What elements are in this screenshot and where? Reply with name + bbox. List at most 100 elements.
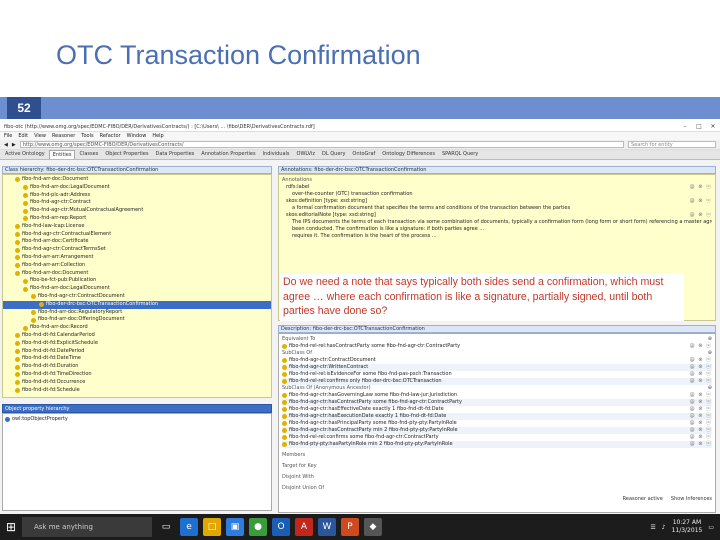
class-tree-item[interactable]: fibo-fnd-arr-arr:Arrangement: [3, 254, 271, 262]
class-tree-item[interactable]: fibo-fnd-arr-doc:Document: [3, 176, 271, 184]
row-edit-icons[interactable]: @ ⊗ ⓞ: [690, 343, 712, 350]
menu-item-view[interactable]: View: [34, 133, 46, 139]
tab-dl-query[interactable]: DL Query: [319, 150, 348, 159]
class-tree-item[interactable]: fibo-fnd-arr-doc:Certificate: [3, 238, 271, 246]
row-edit-icons[interactable]: @ ⊗ ⓞ: [690, 420, 712, 427]
add-icon[interactable]: ⊕: [708, 350, 712, 357]
class-tree-item[interactable]: fibo-fnd-arr-doc:OfferingDocument: [3, 316, 271, 324]
class-tree-item[interactable]: fibo-be-fct-pub:Publication: [3, 277, 271, 285]
class-tree-item[interactable]: fibo-fnd-dt-fd:DatePeriod: [3, 348, 271, 356]
class-tree-item[interactable]: fibo-fnd-plc-adr:Address: [3, 192, 271, 200]
menu-item-help[interactable]: Help: [152, 133, 163, 139]
anonymous-ancestor-row[interactable]: fibo-fnd-pty-pty:hasPartyInRole min 2 fi…: [282, 441, 712, 448]
menu-item-window[interactable]: Window: [127, 133, 147, 139]
menu-item-file[interactable]: File: [4, 133, 12, 139]
row-edit-icons[interactable]: @ ⊗ ⓞ: [690, 413, 712, 420]
anonymous-ancestor-row[interactable]: fibo-fnd-agr-ctr:hasPrincipalParty some …: [282, 420, 712, 427]
notifications-icon[interactable]: ▭: [708, 524, 714, 531]
anonymous-ancestor-row[interactable]: fibo-fnd-rel-rel:confirms some fibo-fnd-…: [282, 434, 712, 441]
class-tree-item[interactable]: fibo-fnd-law-lcap:License: [3, 223, 271, 231]
class-tree-item[interactable]: fibo-fnd-arr-arr:Collection: [3, 262, 271, 270]
annotation-edit-icons[interactable]: @ ⊗ ⓞ: [690, 198, 712, 205]
class-tree-item[interactable]: fibo-fnd-dt-fd:ExplicitSchedule: [3, 340, 271, 348]
row-edit-icons[interactable]: @ ⊗ ⓞ: [690, 441, 712, 448]
close-icon[interactable]: ✕: [706, 123, 720, 130]
back-icon[interactable]: ◀: [4, 142, 8, 148]
row-edit-icons[interactable]: @ ⊗ ⓞ: [690, 357, 712, 364]
tab-ontograf[interactable]: OntoGraf: [349, 150, 378, 159]
class-tree-item[interactable]: fibo-fnd-agr-ctr:ContractTermsSet: [3, 246, 271, 254]
row-edit-icons[interactable]: @ ⊗ ⓞ: [690, 406, 712, 413]
class-tree-item[interactable]: fibo-fnd-dt-fd:Schedule: [3, 387, 271, 395]
file-explorer-icon[interactable]: □: [203, 518, 221, 536]
tab-entities[interactable]: Entities: [48, 150, 76, 159]
tab-classes[interactable]: Classes: [76, 150, 101, 159]
row-edit-icons[interactable]: @ ⊗ ⓞ: [690, 371, 712, 378]
equivalent-to-row[interactable]: fibo-fnd-rel-rel:hasContractParty some f…: [282, 343, 712, 350]
task-view-icon[interactable]: ▭: [157, 518, 175, 536]
anonymous-ancestor-row[interactable]: fibo-fnd-agr-ctr:hasContractParty min 2 …: [282, 427, 712, 434]
class-tree-item[interactable]: fibo-fnd-dt-fd:DateTime: [3, 355, 271, 363]
class-tree-item[interactable]: fibo-fnd-agr-ctr:Contract: [3, 199, 271, 207]
subclass-of-row[interactable]: fibo-fnd-rel-rel:confirms only fibo-der-…: [282, 378, 712, 385]
class-tree-item[interactable]: fibo-fnd-agr-ctr:ContractDocument: [3, 293, 271, 301]
protege-icon[interactable]: ◆: [364, 518, 382, 536]
menu-item-edit[interactable]: Edit: [18, 133, 28, 139]
class-tree-item[interactable]: fibo-fnd-arr-doc:Document: [3, 270, 271, 278]
class-tree-item[interactable]: fibo-fnd-arr-rep:Report: [3, 215, 271, 223]
class-tree-item[interactable]: fibo-fnd-dt-fd:Duration: [3, 363, 271, 371]
class-tree-item[interactable]: fibo-fnd-agr-ctr:MutualContractualAgreem…: [3, 207, 271, 215]
tab-active-ontology[interactable]: Active Ontology: [2, 150, 48, 159]
row-edit-icons[interactable]: @ ⊗ ⓞ: [690, 399, 712, 406]
class-tree-item[interactable]: fibo-fnd-dt-fd:TimeDirection: [3, 371, 271, 379]
maximize-icon[interactable]: □: [692, 123, 706, 130]
anonymous-ancestor-row[interactable]: fibo-fnd-agr-ctr:hasEffectiveDate exactl…: [282, 406, 712, 413]
outlook-icon[interactable]: O: [272, 518, 290, 536]
taskbar-search-input[interactable]: Ask me anything: [22, 517, 152, 537]
menu-item-refactor[interactable]: Refactor: [100, 133, 121, 139]
class-tree-item[interactable]: fibo-fnd-arr-doc:LegalDocument: [3, 285, 271, 293]
entity-search-input[interactable]: Search for entity: [628, 141, 716, 148]
row-edit-icons[interactable]: @ ⊗ ⓞ: [690, 378, 712, 385]
menu-item-reasoner[interactable]: Reasoner: [52, 133, 75, 139]
class-tree-item[interactable]: fibo-fnd-arr-doc:LegalDocument: [3, 184, 271, 192]
acrobat-icon[interactable]: A: [295, 518, 313, 536]
network-icon[interactable]: ☰: [650, 524, 655, 531]
clock[interactable]: 10:27 AM 11/3/2015: [672, 519, 703, 535]
powerpoint-icon[interactable]: P: [341, 518, 359, 536]
tab-ontology-differences[interactable]: Ontology Differences: [379, 150, 438, 159]
annotation-edit-icons[interactable]: @ ⊗ ⓞ: [690, 212, 712, 219]
subclass-of-row[interactable]: fibo-fnd-rel-rel:isEvidenceFor some fibo…: [282, 371, 712, 378]
edge-browser-icon[interactable]: e: [180, 518, 198, 536]
chrome-icon[interactable]: ●: [249, 518, 267, 536]
subclass-of-row[interactable]: fibo-fnd-agr-ctr:ContractDocument @ ⊗ ⓞ: [282, 357, 712, 364]
minimize-icon[interactable]: –: [678, 123, 692, 130]
tab-sparql-query[interactable]: SPARQL Query: [439, 150, 481, 159]
tab-annotation-properties[interactable]: Annotation Properties: [198, 150, 258, 159]
add-icon[interactable]: ⊕: [708, 385, 712, 392]
tab-object-properties[interactable]: Object Properties: [102, 150, 151, 159]
forward-icon[interactable]: ▶: [12, 142, 16, 148]
anonymous-ancestor-row[interactable]: fibo-fnd-agr-ctr:hasGoverningLaw some fi…: [282, 392, 712, 399]
volume-icon[interactable]: ♪: [662, 524, 666, 531]
ontology-address[interactable]: http://www.omg.org/spec/EDMC-FIBO/DER/De…: [19, 141, 624, 148]
class-tree-item[interactable]: fibo-fnd-agr-ctr:ContractualElement: [3, 231, 271, 239]
word-icon[interactable]: W: [318, 518, 336, 536]
row-edit-icons[interactable]: @ ⊗ ⓞ: [690, 392, 712, 399]
show-inferences-checkbox[interactable]: Show Inferences: [671, 496, 712, 502]
class-tree-item[interactable]: fibo-fnd-arr-doc:Record: [3, 324, 271, 332]
anonymous-ancestor-row[interactable]: fibo-fnd-agr-ctr:hasContractParty some f…: [282, 399, 712, 406]
tab-individuals[interactable]: Individuals: [260, 150, 293, 159]
class-tree-item[interactable]: fibo-fnd-dt-fd:CalendarPeriod: [3, 332, 271, 340]
class-tree-item[interactable]: fibo-fnd-arr-doc:RegulatoryReport: [3, 309, 271, 317]
store-icon[interactable]: ▣: [226, 518, 244, 536]
row-edit-icons[interactable]: @ ⊗ ⓞ: [690, 434, 712, 441]
anonymous-ancestor-row[interactable]: fibo-fnd-agr-ctr:hasExecutionDate exactl…: [282, 413, 712, 420]
class-tree-item[interactable]: fibo-der-drc-bsc:OTCTransactionConfirmat…: [3, 300, 271, 309]
object-property-item[interactable]: owl:topObjectProperty: [5, 416, 269, 424]
windows-start-icon[interactable]: ⊞: [0, 520, 22, 534]
tab-owlviz[interactable]: OWLViz: [294, 150, 318, 159]
menu-item-tools[interactable]: Tools: [81, 133, 93, 139]
class-tree-item[interactable]: fibo-fnd-dt-fd:Occurrence: [3, 379, 271, 387]
subclass-of-row[interactable]: fibo-fnd-agr-ctr:WrittenContract @ ⊗ ⓞ: [282, 364, 712, 371]
